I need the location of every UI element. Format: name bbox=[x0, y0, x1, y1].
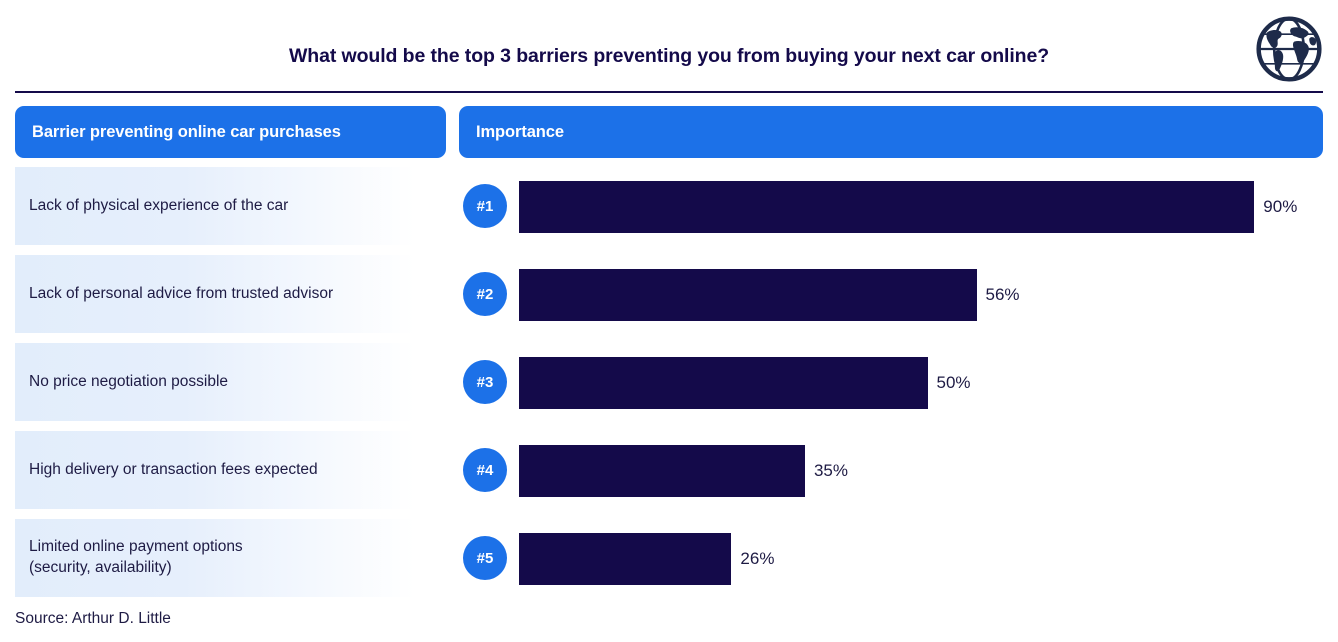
table-row: No price negotiation possible #3 50% bbox=[0, 343, 1338, 431]
table-row: High delivery or transaction fees expect… bbox=[0, 431, 1338, 519]
rank-badge: #4 bbox=[463, 448, 507, 492]
rank-badge: #1 bbox=[463, 184, 507, 228]
rank-badge: #5 bbox=[463, 536, 507, 580]
rank-badge: #3 bbox=[463, 360, 507, 404]
header-divider bbox=[15, 91, 1323, 93]
chart-rows: Lack of physical experience of the car #1… bbox=[0, 167, 1338, 607]
bar-value-label: 56% bbox=[985, 285, 1020, 304]
table-row: Lack of personal advice from trusted adv… bbox=[0, 255, 1338, 343]
bar-value-label: 50% bbox=[936, 373, 971, 392]
column-header-barrier: Barrier preventing online car purchases bbox=[15, 106, 446, 158]
barrier-label: Lack of personal advice from trusted adv… bbox=[29, 284, 334, 302]
bar-value-label: 35% bbox=[813, 461, 848, 480]
rank-badge: #2 bbox=[463, 272, 507, 316]
bar-value-label: 26% bbox=[740, 549, 775, 568]
chart-page: What would be the top 3 barriers prevent… bbox=[0, 0, 1338, 642]
barrier-label: Limited online payment options (security… bbox=[29, 538, 243, 576]
importance-bar bbox=[519, 533, 732, 585]
barrier-label: High delivery or transaction fees expect… bbox=[29, 460, 318, 478]
importance-bar bbox=[519, 269, 977, 321]
page-title: What would be the top 3 barriers prevent… bbox=[288, 45, 1050, 67]
column-header-importance: Importance bbox=[459, 106, 1323, 158]
bar-value-label: 90% bbox=[1263, 197, 1298, 216]
column-header-importance-label: Importance bbox=[476, 122, 564, 141]
importance-bar bbox=[519, 357, 928, 409]
barrier-label: Lack of physical experience of the car bbox=[29, 196, 289, 214]
importance-bar bbox=[519, 181, 1255, 233]
source-note: Source: Arthur D. Little bbox=[15, 610, 171, 627]
column-header-barrier-label: Barrier preventing online car purchases bbox=[32, 122, 341, 141]
table-row: Limited online payment options (security… bbox=[0, 519, 1338, 607]
barrier-label: No price negotiation possible bbox=[29, 372, 229, 390]
table-row: Lack of physical experience of the car #1… bbox=[0, 167, 1338, 255]
globe-icon bbox=[1252, 12, 1326, 86]
importance-bar bbox=[519, 445, 805, 497]
